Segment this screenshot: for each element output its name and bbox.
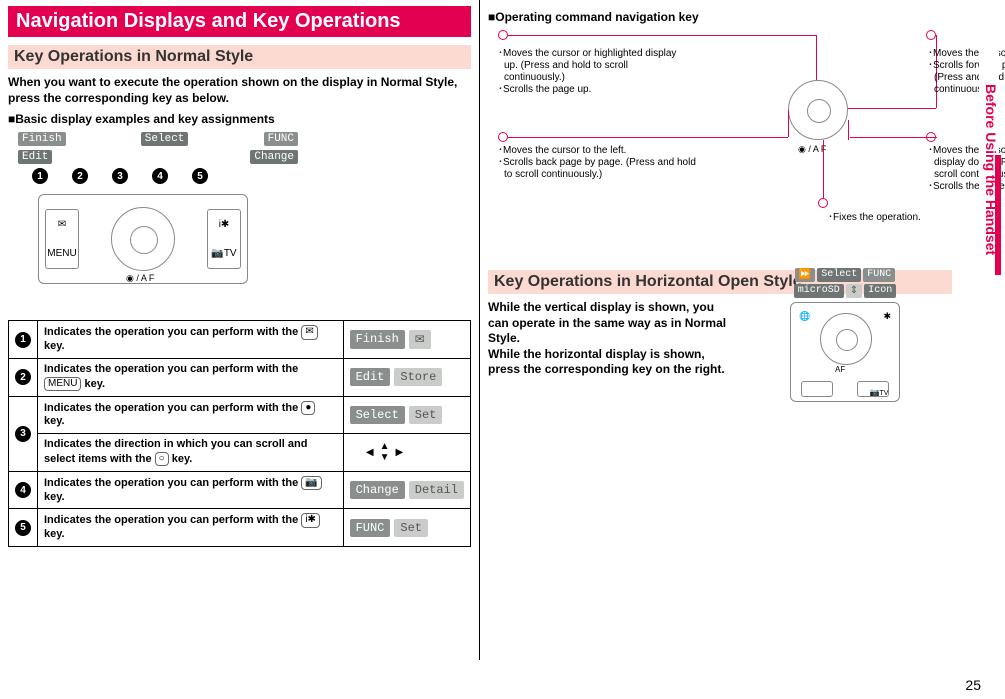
left-dot-icon — [498, 132, 508, 142]
row4-num: 4 — [15, 482, 31, 498]
key-assignment-table: 1 Indicates the operation you can perfor… — [8, 320, 471, 547]
sk-finish: Finish — [18, 132, 66, 146]
iappli-icon: i✱ — [219, 219, 230, 230]
sk-edit: Edit — [18, 150, 52, 164]
section-title: Navigation Displays and Key Operations — [8, 6, 471, 37]
softkey-illustration: Finish Select FUNC Edit x Change 1 2 3 4… — [18, 132, 298, 312]
page-number: 25 — [965, 677, 981, 693]
subheading-normal-style: Key Operations in Normal Style — [8, 45, 471, 69]
left-text: Moves the cursor to the left.Scrolls bac… — [498, 145, 698, 181]
up-text: Moves the cursor or highlighted display … — [498, 48, 688, 96]
horizontal-body: While the vertical display is shown, you… — [488, 300, 738, 378]
sk-select: Select — [141, 132, 189, 146]
callout-4: 4 — [152, 168, 168, 184]
mail-icon: ✉ — [409, 330, 431, 349]
nav-key-diagram: ◉ / A F Moves the cursor or highlighted … — [488, 30, 952, 250]
center-key-icon: ● — [301, 401, 315, 416]
callout-1: 1 — [32, 168, 48, 184]
right-dot-icon — [926, 30, 936, 40]
callout-2: 2 — [72, 168, 88, 184]
callout-3: 3 — [112, 168, 128, 184]
center-dot-icon — [818, 198, 828, 208]
sk-change: Change — [250, 150, 298, 164]
nav-wheel: ◉ / A F — [111, 207, 175, 271]
horizontal-illustration: ⏩ Select FUNC microSD ⇕ Icon 🌐 ✱ AF 📷TV — [770, 268, 920, 402]
sk-func: FUNC — [264, 132, 298, 146]
camera-key-icon: 📷 — [301, 476, 321, 491]
side-tab: Before Using the Handset — [979, 40, 999, 300]
mail-key-icon: ✉ — [301, 325, 317, 340]
mail-icon: ✉ — [58, 219, 66, 230]
callout-5: 5 — [192, 168, 208, 184]
af-label: AF — [835, 365, 845, 374]
up-dot-icon — [498, 30, 508, 40]
row2-num: 2 — [15, 369, 31, 385]
camera-tv-icon: 📷TV — [211, 248, 236, 259]
camera-icon: 📷 — [870, 388, 880, 397]
wheel-label: ◉ / A F — [126, 273, 154, 284]
intro-text: When you want to execute the operation s… — [8, 75, 471, 106]
nav-wheel — [788, 80, 848, 140]
basic-heading: Basic display examples and key assignmen… — [8, 112, 471, 126]
row1-num: 1 — [15, 332, 31, 348]
globe-icon: 🌐 — [799, 311, 810, 322]
row5-num: 5 — [15, 520, 31, 536]
menu-key-icon: MENU — [44, 377, 81, 392]
arrow-indicator: ◀▲▼▶ — [350, 441, 420, 463]
ring-key-icon: ○ — [155, 452, 169, 467]
iappli-icon: ✱ — [883, 311, 891, 322]
center-text: Fixes the operation. — [828, 212, 988, 224]
row3-num: 3 — [15, 426, 31, 442]
cmd-nav-heading: Operating command navigation key — [488, 10, 952, 24]
iappli-key-icon: i✱ — [301, 513, 320, 528]
device-keypad: ✉ MENU ◉ / A F i✱ 📷TV — [38, 194, 248, 284]
menu-label: MENU — [47, 248, 76, 259]
